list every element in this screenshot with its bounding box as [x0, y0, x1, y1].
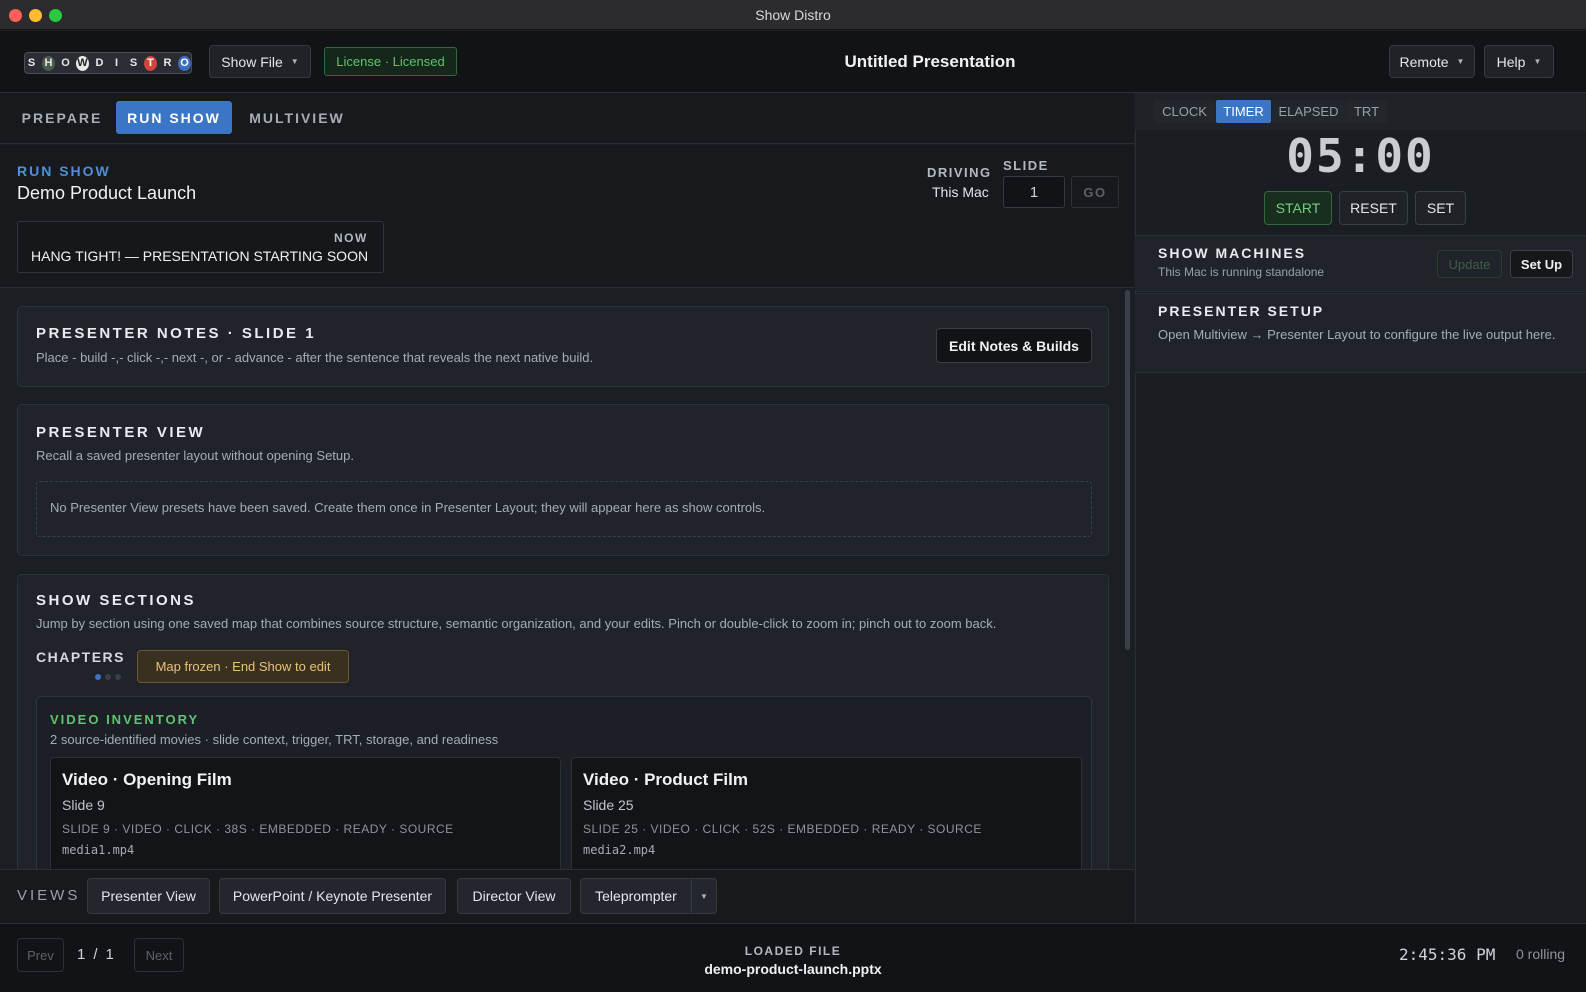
loaded-file-label: LOADED FILE: [744, 944, 842, 958]
driving-value: This Mac: [932, 184, 989, 200]
presenter-notes-text: Place - build -,- click -,- next -, or -…: [36, 350, 594, 365]
loaded-file-name: demo-product-launch.pptx: [704, 961, 882, 977]
show-sections-title: SHOW SECTIONS: [36, 592, 197, 609]
video-meta: SLIDE 25 · VIDEO · CLICK · 52S · EMBEDDE…: [583, 822, 982, 836]
tab-prepare[interactable]: PREPARE: [17, 101, 107, 134]
page-separator: /: [93, 946, 98, 963]
show-name: Demo Product Launch: [17, 183, 197, 203]
video-meta: SLIDE 9 · VIDEO · CLICK · 38S · EMBEDDED…: [62, 822, 454, 836]
video-title: Video · Product Film: [583, 770, 748, 789]
logo-letter: O: [61, 57, 70, 69]
document-title: Untitled Presentation: [844, 52, 1016, 71]
show-machines-status: This Mac is running standalone: [1158, 265, 1325, 279]
main-scrollbar[interactable]: [1125, 290, 1130, 650]
video-inventory-subtitle: 2 source-identified movies · slide conte…: [50, 732, 499, 747]
video-slide: Slide 25: [583, 797, 634, 813]
chevron-down-icon: ▼: [700, 891, 708, 901]
logo-letter: O: [178, 55, 191, 71]
logo-letter: I: [114, 57, 119, 69]
now-label: NOW: [334, 231, 368, 245]
current-page: 1: [77, 946, 86, 963]
remote-label: Remote: [1399, 53, 1449, 70]
logo-letter: D: [95, 57, 104, 69]
timer-start-button[interactable]: START: [1264, 191, 1332, 225]
logo-letter: T: [144, 55, 157, 71]
timer-set-button[interactable]: SET: [1415, 191, 1466, 225]
tab-timer[interactable]: TIMER: [1216, 100, 1271, 123]
video-file: media1.mp4: [62, 843, 135, 857]
show-sections-subtitle: Jump by section using one saved map that…: [36, 616, 997, 631]
presenter-view-title: PRESENTER VIEW: [36, 424, 206, 441]
chapter-page-dot[interactable]: [115, 674, 121, 680]
tab-elapsed[interactable]: ELAPSED: [1272, 100, 1345, 123]
chevron-down-icon: ▼: [290, 57, 299, 66]
presenter-setup-title: PRESENTER SETUP: [1158, 303, 1325, 319]
show-machines-title: SHOW MACHINES: [1158, 245, 1307, 261]
presenter-notes-title: PRESENTER NOTES · SLIDE 1: [36, 325, 317, 342]
tab-trt[interactable]: TRT: [1346, 100, 1387, 123]
edit-notes-button[interactable]: Edit Notes & Builds: [936, 328, 1092, 363]
chevron-down-icon: ▼: [1456, 57, 1465, 66]
show-distro-logo: S H O W D I S T R O: [24, 52, 192, 74]
video-inventory-title: VIDEO INVENTORY: [50, 712, 200, 727]
tab-multiview[interactable]: MULTIVIEW: [242, 101, 352, 134]
timer-display: 05:00: [1286, 129, 1435, 183]
logo-letter: R: [163, 57, 172, 69]
help-menu-button[interactable]: Help ▼: [1484, 45, 1554, 78]
map-frozen-notice: Map frozen · End Show to edit: [137, 650, 349, 683]
update-button[interactable]: Update: [1437, 250, 1502, 278]
logo-letter: H: [42, 55, 55, 71]
go-button[interactable]: GO: [1071, 176, 1119, 208]
clock-time: 2:45:36 PM: [1399, 945, 1496, 964]
now-cue-text: HANG TIGHT! — PRESENTATION STARTING SOON: [31, 248, 369, 264]
tab-clock[interactable]: CLOCK: [1154, 100, 1215, 123]
slide-number-input[interactable]: 1: [1003, 176, 1065, 208]
driving-label: DRIVING: [927, 165, 992, 180]
teleprompter-button[interactable]: Teleprompter: [580, 878, 692, 914]
license-status-badge: License · Licensed: [324, 47, 457, 76]
presenter-view-subtitle: Recall a saved presenter layout without …: [36, 448, 354, 463]
show-file-menu-button[interactable]: Show File ▼: [209, 45, 311, 78]
timer-reset-button[interactable]: RESET: [1339, 191, 1408, 225]
chapter-page-dot[interactable]: [105, 674, 111, 680]
views-label: VIEWS: [17, 887, 81, 904]
video-title: Video · Opening Film: [62, 770, 232, 789]
powerpoint-keynote-presenter-button[interactable]: PowerPoint / Keynote Presenter: [219, 878, 446, 914]
director-view-button[interactable]: Director View: [457, 878, 571, 914]
chapter-page-dot-active[interactable]: [95, 674, 101, 680]
now-cue-box: [17, 221, 384, 273]
chapters-label: CHAPTERS: [36, 649, 126, 665]
set-up-button[interactable]: Set Up: [1510, 250, 1573, 278]
teleprompter-options-button[interactable]: ▼: [691, 878, 717, 914]
tab-run-show[interactable]: RUN SHOW: [116, 101, 232, 134]
presenter-view-button[interactable]: Presenter View: [87, 878, 210, 914]
video-file: media2.mp4: [583, 843, 656, 857]
logo-letter: S: [129, 57, 138, 69]
presenter-presets-empty-text: No Presenter View presets have been save…: [50, 500, 766, 515]
next-slide-button[interactable]: Next: [134, 938, 184, 972]
help-label: Help: [1496, 53, 1526, 70]
window-title: Show Distro: [755, 7, 831, 23]
remote-menu-button[interactable]: Remote ▼: [1389, 45, 1475, 78]
show-file-label: Show File: [221, 53, 283, 70]
presenter-setup-text: Open Multiview → Presenter Layout to con…: [1158, 327, 1556, 342]
slide-pagination: 1 / 1: [77, 946, 114, 963]
rolling-count: 0 rolling: [1516, 946, 1566, 962]
logo-letter: S: [27, 57, 36, 69]
run-show-label: RUN SHOW: [17, 163, 111, 179]
total-pages: 1: [105, 946, 114, 963]
slide-label: SLIDE: [1003, 158, 1049, 173]
chevron-down-icon: ▼: [1533, 57, 1542, 66]
logo-letter: W: [76, 55, 89, 71]
video-slide: Slide 9: [62, 797, 105, 813]
prev-slide-button[interactable]: Prev: [17, 938, 64, 972]
